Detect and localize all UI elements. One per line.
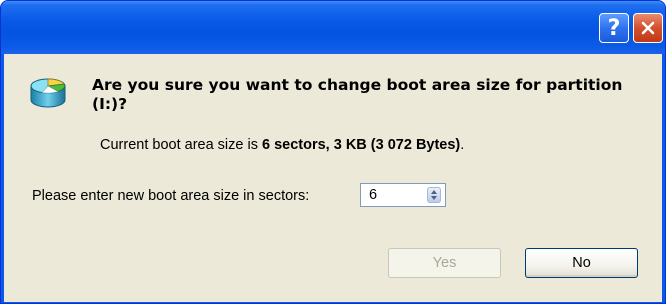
spin-up-icon[interactable] xyxy=(431,190,437,194)
info-suffix: . xyxy=(460,137,465,153)
sectors-prompt-label: Please enter new boot area size in secto… xyxy=(32,188,310,204)
spin-arrows[interactable] xyxy=(427,187,441,203)
help-icon: ? xyxy=(607,15,621,41)
no-button[interactable]: No xyxy=(525,248,638,278)
yes-button[interactable]: Yes xyxy=(388,248,501,278)
disk-partition-icon xyxy=(30,78,66,108)
title-bar[interactable]: ? xyxy=(1,1,665,54)
current-size-info: Current boot area size is 6 sectors, 3 K… xyxy=(100,137,464,153)
help-button[interactable]: ? xyxy=(599,13,629,43)
spin-down-icon[interactable] xyxy=(431,196,437,200)
sectors-spinbox[interactable] xyxy=(360,183,446,207)
close-button[interactable] xyxy=(633,13,663,43)
sectors-input[interactable] xyxy=(361,184,423,206)
confirmation-question: Are you sure you want to change boot are… xyxy=(92,76,623,113)
current-size-value: 6 sectors, 3 KB (3 072 Bytes) xyxy=(262,137,461,153)
confirm-dialog-window: ? Are you sure you want to change boot a xyxy=(0,0,666,304)
close-icon xyxy=(641,21,655,35)
dialog-body: Are you sure you want to change boot are… xyxy=(4,54,662,302)
info-prefix: Current boot area size is xyxy=(100,137,262,153)
